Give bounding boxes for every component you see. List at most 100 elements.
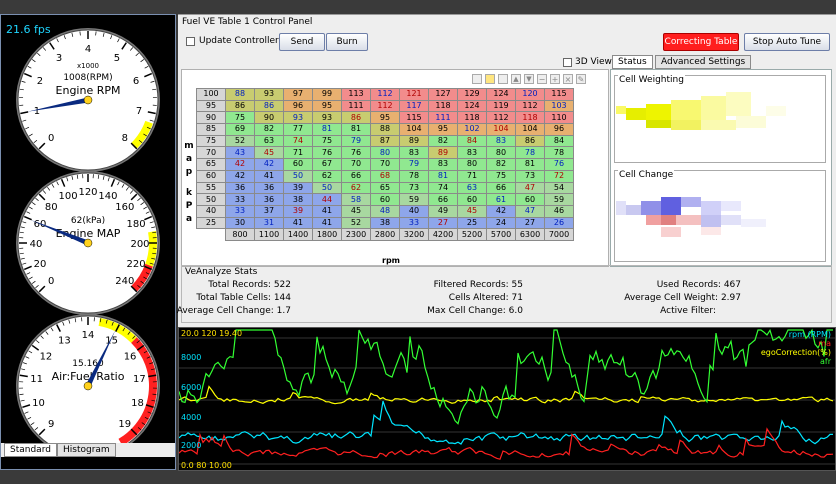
ve-cell[interactable]: 81 bbox=[428, 169, 458, 183]
ve-cell[interactable]: 117 bbox=[399, 99, 429, 113]
ve-cell[interactable]: 118 bbox=[457, 111, 487, 125]
ve-cell[interactable]: 82 bbox=[254, 123, 284, 136]
ve-cell[interactable]: 39 bbox=[283, 181, 313, 195]
ve-cell[interactable]: 52 bbox=[225, 134, 255, 148]
ve-cell[interactable]: 63 bbox=[457, 181, 487, 195]
ve-cell[interactable]: 54 bbox=[544, 181, 574, 195]
ve-cell[interactable]: 124 bbox=[457, 99, 487, 113]
ve-cell[interactable]: 31 bbox=[254, 216, 284, 230]
ve-cell[interactable]: 81 bbox=[312, 123, 342, 136]
ve-cell[interactable]: 71 bbox=[283, 146, 313, 160]
ve-cell[interactable]: 77 bbox=[283, 123, 313, 136]
toolbar-icon-1[interactable] bbox=[472, 74, 482, 84]
ve-cell[interactable]: 45 bbox=[254, 146, 284, 160]
ve-cell[interactable]: 33 bbox=[399, 216, 429, 230]
ve-cell[interactable]: 69 bbox=[225, 123, 255, 136]
ve-cell[interactable]: 93 bbox=[283, 111, 313, 125]
ve-cell[interactable]: 95 bbox=[428, 123, 458, 136]
ve-cell[interactable]: 46 bbox=[544, 204, 574, 218]
ve-cell[interactable]: 41 bbox=[283, 216, 313, 230]
send-button[interactable]: Send bbox=[279, 33, 325, 51]
ve-cell[interactable]: 49 bbox=[428, 204, 458, 218]
ve-cell[interactable]: 127 bbox=[428, 88, 458, 101]
ve-cell[interactable]: 27 bbox=[515, 216, 545, 230]
ve-cell[interactable]: 80 bbox=[370, 146, 400, 160]
ve-cell[interactable]: 96 bbox=[283, 99, 313, 113]
ve-cell[interactable]: 86 bbox=[341, 111, 371, 125]
ve-cell[interactable]: 42 bbox=[225, 169, 255, 183]
ve-cell[interactable]: 115 bbox=[544, 88, 574, 101]
ve-cell[interactable]: 81 bbox=[515, 158, 545, 171]
tab-standard[interactable]: Standard bbox=[4, 443, 57, 457]
ve-cell[interactable]: 112 bbox=[370, 99, 400, 113]
ve-cell[interactable]: 86 bbox=[254, 99, 284, 113]
minus-icon[interactable]: − bbox=[537, 74, 547, 84]
ve-cell[interactable]: 84 bbox=[457, 134, 487, 148]
ve-cell[interactable]: 67 bbox=[312, 158, 342, 171]
ve-cell[interactable]: 66 bbox=[486, 181, 516, 195]
ve-cell[interactable]: 62 bbox=[341, 181, 371, 195]
update-controller-checkbox[interactable] bbox=[186, 37, 195, 46]
ve-cell[interactable]: 93 bbox=[312, 111, 342, 125]
ve-cell[interactable]: 83 bbox=[428, 158, 458, 171]
correcting-table-button[interactable]: Correcting Table bbox=[663, 33, 739, 51]
ve-cell[interactable]: 84 bbox=[544, 134, 574, 148]
ve-cell[interactable]: 87 bbox=[370, 134, 400, 148]
ve-cell[interactable]: 89 bbox=[399, 134, 429, 148]
ve-cell[interactable]: 76 bbox=[312, 146, 342, 160]
arrow-down-icon[interactable]: ▼ bbox=[524, 74, 534, 84]
ve-cell[interactable]: 78 bbox=[399, 169, 429, 183]
ve-cell[interactable]: 121 bbox=[399, 88, 429, 101]
ve-cell[interactable]: 60 bbox=[370, 193, 400, 206]
ve-cell[interactable]: 60 bbox=[283, 158, 313, 171]
ve-cell[interactable]: 95 bbox=[312, 99, 342, 113]
ve-cell[interactable]: 82 bbox=[428, 134, 458, 148]
ve-cell[interactable]: 39 bbox=[283, 204, 313, 218]
multiply-icon[interactable]: × bbox=[563, 74, 573, 84]
ve-cell[interactable]: 104 bbox=[515, 123, 545, 136]
ve-cell[interactable]: 110 bbox=[544, 111, 574, 125]
ve-cell[interactable]: 75 bbox=[225, 111, 255, 125]
arrow-up-icon[interactable]: ▲ bbox=[511, 74, 521, 84]
ve-cell[interactable]: 80 bbox=[486, 146, 516, 160]
ve-cell[interactable]: 45 bbox=[341, 204, 371, 218]
ve-cell[interactable]: 41 bbox=[254, 169, 284, 183]
ve-cell[interactable]: 41 bbox=[312, 204, 342, 218]
ve-cell[interactable]: 112 bbox=[370, 88, 400, 101]
stop-auto-tune-button[interactable]: Stop Auto Tune bbox=[744, 33, 830, 51]
ve-cell[interactable]: 72 bbox=[544, 169, 574, 183]
ve-cell[interactable]: 33 bbox=[225, 193, 255, 206]
burn-button[interactable]: Burn bbox=[326, 33, 368, 51]
ve-cell[interactable]: 36 bbox=[225, 181, 255, 195]
ve-cell[interactable]: 89 bbox=[428, 146, 458, 160]
ve-cell[interactable]: 97 bbox=[283, 88, 313, 101]
ve-cell[interactable]: 119 bbox=[486, 99, 516, 113]
ve-cell[interactable]: 118 bbox=[428, 99, 458, 113]
ve-cell[interactable]: 24 bbox=[486, 216, 516, 230]
ve-cell[interactable]: 70 bbox=[341, 158, 371, 171]
ve-cell[interactable]: 111 bbox=[428, 111, 458, 125]
ve-cell[interactable]: 59 bbox=[399, 193, 429, 206]
ve-cell[interactable]: 102 bbox=[457, 123, 487, 136]
ve-cell[interactable]: 104 bbox=[486, 123, 516, 136]
ve-cell[interactable]: 65 bbox=[370, 181, 400, 195]
tab-histogram[interactable]: Histogram bbox=[57, 443, 116, 457]
ve-cell[interactable]: 30 bbox=[225, 216, 255, 230]
tab-status[interactable]: Status bbox=[612, 55, 653, 69]
ve-cell[interactable]: 68 bbox=[370, 169, 400, 183]
ve-cell[interactable]: 75 bbox=[312, 134, 342, 148]
ve-cell[interactable]: 42 bbox=[254, 158, 284, 171]
ve-cell[interactable]: 60 bbox=[457, 193, 487, 206]
ve-cell[interactable]: 88 bbox=[225, 88, 255, 101]
ve-cell[interactable]: 104 bbox=[399, 123, 429, 136]
ve-cell[interactable]: 78 bbox=[515, 146, 545, 160]
ve-cell[interactable]: 52 bbox=[341, 216, 371, 230]
ve-cell[interactable]: 112 bbox=[486, 111, 516, 125]
3d-view-checkbox[interactable] bbox=[563, 58, 572, 67]
ve-cell[interactable]: 48 bbox=[370, 204, 400, 218]
ve-cell[interactable]: 38 bbox=[283, 193, 313, 206]
ve-cell[interactable]: 66 bbox=[428, 193, 458, 206]
ve-cell[interactable]: 43 bbox=[225, 146, 255, 160]
ve-cell[interactable]: 25 bbox=[457, 216, 487, 230]
ve-cell[interactable]: 83 bbox=[399, 146, 429, 160]
